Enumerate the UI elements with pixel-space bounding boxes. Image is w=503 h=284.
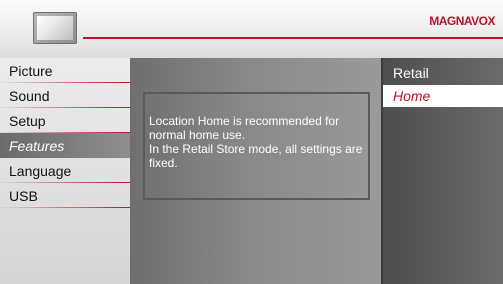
info-text-retail: In the Retail Store mode, all settings a…: [149, 142, 363, 170]
menu-item-label: Language: [9, 163, 72, 179]
menu-item-label: Features: [9, 138, 65, 154]
menu-item-usb[interactable]: USB: [0, 183, 130, 208]
menu-item-features[interactable]: Features: [0, 133, 130, 158]
info-box: Location Home is recommended for normal …: [143, 92, 370, 200]
menu-item-label: Picture: [9, 63, 53, 79]
menu-item-label: USB: [9, 188, 38, 204]
option-label: Home: [393, 88, 431, 104]
menu-item-sound[interactable]: Sound: [0, 83, 130, 108]
option-retail[interactable]: Retail: [383, 62, 503, 84]
menu-item-label: Sound: [9, 88, 50, 104]
option-label: Retail: [393, 65, 429, 81]
menu-item-setup[interactable]: Setup: [0, 108, 130, 133]
header-divider: [83, 37, 503, 39]
option-home[interactable]: Home: [383, 85, 503, 107]
menu-item-label: Setup: [9, 113, 46, 129]
info-text-home: Location Home is recommended for normal …: [149, 114, 340, 142]
header-bar: MAGNAVOX: [0, 0, 503, 58]
main-menu: Picture Sound Setup Features Language US…: [0, 58, 130, 284]
menu-item-language[interactable]: Language: [0, 158, 130, 183]
brand-logo: MAGNAVOX: [429, 14, 495, 28]
menu-item-picture[interactable]: Picture: [0, 58, 130, 83]
tv-icon: [33, 12, 77, 44]
